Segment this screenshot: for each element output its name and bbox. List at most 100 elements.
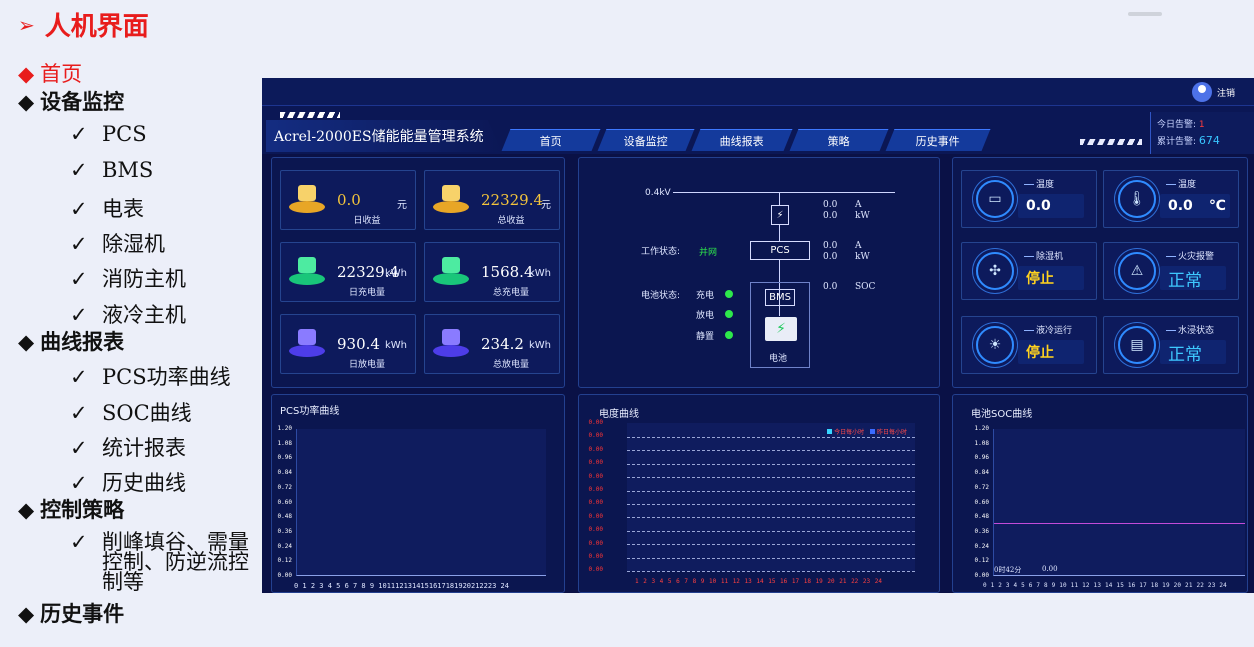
diamond-icon: ◆	[18, 62, 35, 86]
topology-panel: 0.4kV ⚡ 0.0 A 0.0 kW 工作状态: 并网 PCS 0.0 A …	[578, 157, 940, 388]
fire-alarm-icon: ⚠	[1118, 252, 1156, 290]
pcs-power-chart: PCS功率曲线 1.20 1.08 0.96 0.84 0.72 0.60 0.48 0.36…	[271, 394, 565, 593]
outline-item: ✓ 历史曲线	[70, 471, 186, 495]
divider	[1128, 12, 1162, 16]
busbar	[673, 192, 895, 193]
outline-item: ✓ 统计报表	[70, 436, 186, 460]
gridline	[627, 477, 915, 479]
outline-item: ✓ 削峰填谷、需量控制、防逆流控制等	[70, 530, 249, 594]
gridline	[627, 517, 915, 519]
y-tick-label: 0.24	[277, 542, 292, 550]
y-tick-label: 0.60	[974, 498, 989, 506]
work-status-value: 并网	[699, 248, 718, 258]
y-tick-label: 0.96	[277, 454, 292, 462]
thermometer-icon: 🌡	[1118, 180, 1156, 218]
outline-item: ✓ BMS	[70, 158, 154, 182]
y-tick-label: 0.00	[588, 445, 603, 453]
water-sensor-icon: ▤	[1118, 326, 1156, 364]
outline-item: ◆ 首页	[18, 62, 83, 86]
battery-charge-icon	[289, 255, 325, 285]
outline-item: ✓ 消防主机	[70, 267, 186, 291]
check-icon: ✓	[70, 436, 88, 460]
y-tick-label: 0.48	[277, 513, 292, 521]
logout-button[interactable]: 注销	[1192, 82, 1235, 102]
outline-item: ✓ 除湿机	[70, 232, 165, 256]
y-tick-label: 1.20	[974, 425, 989, 432]
y-tick-label: 0.00	[588, 566, 603, 574]
x-axis-labels: 0 1 2 3 4 5 6 7 8 9 10111213141516171819…	[294, 582, 509, 590]
soc-threshold-line	[994, 523, 1245, 524]
gridline	[627, 450, 915, 452]
gridline	[627, 557, 915, 559]
charge-status-dot	[725, 290, 733, 298]
tab-strategy[interactable]: 策略	[789, 129, 889, 151]
plot-area[interactable]: 0时42分 0.00	[993, 429, 1245, 576]
outline-item: ✓ 液冷主机	[70, 303, 186, 327]
env-card: 🌡 温度 0.0 ℃	[1103, 170, 1239, 228]
bus-voltage-label: 0.4kV	[645, 188, 671, 198]
y-tick-label: 0.00	[588, 553, 603, 560]
environment-panel: ▭ 温度 0.0 🌡 温度 0.0 ℃ ✣ 除湿机 停止 ⚠ 火灾报警 正常 ☀ 液冷运行 停止 ▤ 水…	[952, 157, 1248, 388]
y-tick-label: 0.24	[974, 542, 989, 550]
y-tick-label: 0.48	[974, 513, 989, 521]
fan-icon: ✣	[976, 252, 1014, 290]
tab-home[interactable]: 首页	[501, 129, 601, 151]
outline-item: ✓ PCS	[70, 122, 147, 146]
energy-chart: 电度曲线 0.00 0.00 0.00 0.00 0.00 0.00 0.00 0.00 0.0…	[578, 394, 940, 593]
battery-cabinet[interactable]: BMS ⚡ 电池	[750, 282, 810, 368]
check-icon: ✓	[70, 303, 88, 327]
battery-charge-icon	[433, 255, 469, 285]
tab-curve-report[interactable]: 曲线报表	[691, 129, 793, 151]
battery-icon: ⚡	[765, 317, 797, 341]
check-icon: ✓	[70, 197, 88, 221]
y-tick-label: 0.00	[588, 539, 603, 547]
decor-stripes	[1080, 139, 1142, 145]
check-icon: ✓	[70, 267, 88, 291]
y-tick-label: 1.08	[277, 439, 292, 447]
stat-card: 234.2 kWh 总放电量	[424, 314, 560, 374]
user-avatar-icon	[1192, 82, 1212, 102]
y-tick-label: 0.36	[277, 527, 292, 535]
outline-item: ✓ PCS功率曲线	[70, 365, 231, 389]
y-tick-label: 0.72	[974, 483, 989, 491]
gridline	[627, 490, 915, 492]
stat-card: 0.0 元日收益	[280, 170, 416, 230]
arrow-icon: ➢	[18, 12, 35, 37]
bms-box: BMS	[765, 289, 795, 306]
pcs-box[interactable]: PCS	[750, 241, 810, 260]
gridline	[627, 504, 915, 505]
gold-coin-icon	[289, 183, 325, 213]
check-icon: ✓	[70, 530, 88, 554]
gridline	[627, 544, 915, 546]
env-card: ▭ 温度 0.0	[961, 170, 1097, 228]
y-tick-label: 1.20	[277, 425, 292, 432]
meter-icon[interactable]: ⚡	[771, 205, 789, 225]
outline-item: ◆ 曲线报表	[18, 329, 125, 354]
y-tick-label: 0.84	[974, 469, 989, 477]
top-bar: 注销	[262, 78, 1254, 106]
chart-legend[interactable]: 今日每小时 昨日每小时	[827, 427, 907, 436]
y-tick-label: 1.08	[974, 439, 989, 447]
tab-device-monitor[interactable]: 设备监控	[597, 129, 695, 151]
diamond-icon: ◆	[18, 89, 35, 114]
y-tick-label: 0.00	[588, 472, 603, 480]
check-icon: ✓	[70, 401, 88, 425]
diamond-icon: ◆	[18, 329, 35, 354]
plot-area[interactable]	[296, 429, 546, 576]
x-axis-labels: 0 1 2 3 4 5 6 7 8 9 10 11 12 13 14 15 16…	[983, 582, 1227, 589]
y-tick-label: 0.96	[974, 454, 989, 462]
y-tick-label: 0.00	[588, 432, 603, 440]
alarm-summary[interactable]: 今日告警: 1 累计告警: 674	[1150, 112, 1254, 154]
tooltip-value: 0.00	[1042, 565, 1058, 573]
check-icon: ✓	[70, 471, 88, 495]
plot-area[interactable]: 今日每小时 昨日每小时	[627, 423, 915, 572]
slide-title: ➢ 人机界面	[18, 12, 149, 42]
tab-history-events[interactable]: 历史事件	[885, 129, 991, 151]
diamond-icon: ◆	[18, 497, 35, 522]
y-tick-label: 0.00	[588, 459, 603, 467]
env-card: ▤ 水浸状态 正常	[1103, 316, 1239, 374]
check-icon: ✓	[70, 122, 88, 146]
stat-card: 1568.4 kWh 总充电量	[424, 242, 560, 302]
y-tick-label: 0.00	[588, 526, 603, 534]
env-card: ✣ 除湿机 停止	[961, 242, 1097, 300]
